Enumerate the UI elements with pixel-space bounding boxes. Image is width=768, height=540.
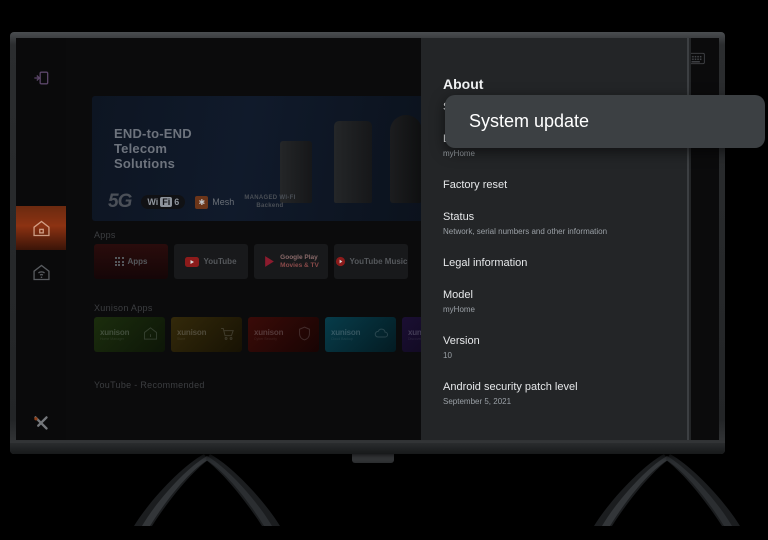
youtube-icon	[185, 256, 200, 267]
badge-mesh-label: Mesh	[212, 197, 235, 207]
badge-wifi-fi: Fi	[160, 197, 173, 207]
settings-item-subtitle: myHome	[443, 149, 476, 158]
settings-item-title: Status	[443, 211, 475, 223]
mesh-icon: ✱	[195, 195, 209, 209]
play-icon	[265, 256, 275, 267]
settings-item-factory-reset[interactable]: Factory reset	[443, 178, 681, 192]
tv-foot-left	[112, 452, 302, 530]
cloud-icon	[374, 328, 388, 338]
xunison-sub-3: Cloud Backup	[331, 337, 353, 341]
badge-wifi6: Wi Fi 6	[141, 195, 186, 209]
settings-item-subtitle: Network, serial numbers and other inform…	[443, 227, 608, 236]
sidebar-item-input-source[interactable]	[16, 56, 66, 100]
youtube-music-icon	[335, 256, 345, 267]
sidebar-item-brand[interactable]	[16, 400, 66, 440]
badge-managed-wifi: MANAGED WI-FI Backend	[244, 194, 295, 210]
settings-item-version[interactable]: Version 10	[443, 334, 681, 362]
settings-item-model[interactable]: Model myHome	[443, 288, 681, 316]
home-icon	[143, 327, 158, 340]
badge-wifi-gen: 6	[174, 197, 180, 207]
tv-chin	[10, 443, 725, 454]
router-device-3	[390, 115, 422, 203]
tv-foot-right	[572, 452, 762, 530]
settings-item-subtitle: September 5, 2021	[443, 397, 512, 406]
settings-item-subtitle: 10	[443, 351, 452, 360]
settings-item-title: Factory reset	[443, 179, 508, 191]
settings-item-subtitle: myHome	[443, 305, 476, 314]
section-label-apps: Apps	[94, 230, 116, 240]
xunison-security-tile[interactable]: xunison Cyber Security	[248, 317, 319, 352]
sidebar-rail	[16, 38, 66, 440]
youtube-tile[interactable]: YouTube	[174, 244, 248, 279]
badge-wifi-text: Wi	[147, 197, 159, 207]
xunison-sub-2: Cyber Security	[254, 337, 277, 341]
settings-item-android-security-patch-level[interactable]: Android security patch level September 5…	[443, 380, 681, 408]
sidebar-item-home-network[interactable]	[16, 250, 66, 294]
xunison-sub-0: Home Manager	[100, 337, 125, 341]
settings-item-title: Android security patch level	[443, 381, 578, 393]
router-device-2	[334, 121, 372, 203]
xunison-logo-1: xunison	[177, 328, 207, 337]
cart-icon	[221, 328, 234, 340]
apps-row: Apps YouTube Google Play Movies & TV You…	[94, 244, 433, 279]
xunison-cloud-tile[interactable]: xunison Cloud Backup	[325, 317, 396, 352]
xunison-sub-1: Store	[177, 337, 186, 341]
input-icon	[34, 71, 49, 85]
apps-tile-label: Apps	[127, 257, 148, 266]
badge-5g: 5G	[108, 191, 132, 212]
banner-line-1: END-to-END	[114, 126, 192, 141]
banner-badges: 5G Wi Fi 6 ✱ Mesh MANAGED WI-FI Backend	[108, 191, 296, 213]
google-play-movies-tile[interactable]: Google Play Movies & TV	[254, 244, 328, 279]
system-update-overlay[interactable]: System update	[445, 95, 765, 148]
home-icon	[32, 220, 50, 236]
badge-managed-line1: MANAGED WI-FI	[244, 195, 296, 201]
shield-icon	[299, 326, 310, 341]
settings-list: System update Device name myHome Factory…	[443, 100, 681, 426]
xunison-logo-2: xunison	[254, 328, 284, 337]
section-label-xunison-apps: Xunison Apps	[94, 303, 153, 313]
xunison-logo-0: xunison	[100, 328, 130, 337]
settings-item-title: Legal information	[443, 257, 528, 269]
settings-item-legal-information[interactable]: Legal information	[443, 256, 681, 270]
xunison-sub-4: Discover	[408, 337, 422, 341]
gp-movies-line1: Google Play	[280, 253, 318, 261]
youtube-music-label: YouTube Music	[349, 257, 408, 266]
xunison-x-icon	[34, 416, 48, 430]
xunison-apps-row: xunison Home Manager xunison Store xunis…	[94, 317, 473, 352]
page-title: About	[443, 76, 484, 92]
banner-line-3: Solutions	[114, 156, 176, 171]
badge-mesh: ✱ Mesh	[195, 195, 235, 209]
badge-managed-line2: Backend	[256, 203, 284, 209]
xunison-cart-tile[interactable]: xunison Store	[171, 317, 242, 352]
grid-icon	[114, 257, 124, 266]
screenshot-root: END-to-END Telecom Solutions 5G Wi Fi 6 …	[0, 0, 768, 540]
settings-item-status[interactable]: Status Network, serial numbers and other…	[443, 210, 681, 238]
home-wifi-icon	[32, 264, 50, 280]
youtube-music-tile[interactable]: YouTube Music	[334, 244, 408, 279]
banner-headline: END-to-END Telecom Solutions	[114, 126, 192, 171]
gp-movies-line2: Movies & TV	[280, 261, 319, 269]
settings-item-title: Model	[443, 289, 473, 301]
promo-banner[interactable]: END-to-END Telecom Solutions 5G Wi Fi 6 …	[92, 96, 472, 221]
youtube-tile-label: YouTube	[203, 257, 237, 266]
xunison-logo-3: xunison	[331, 328, 361, 337]
sidebar-item-home[interactable]	[16, 206, 66, 250]
section-label-youtube-recommended: YouTube - Recommended	[94, 380, 205, 390]
settings-item-title: Version	[443, 335, 480, 347]
system-update-overlay-label: System update	[469, 111, 590, 131]
banner-line-2: Telecom	[114, 141, 168, 156]
apps-tile[interactable]: Apps	[94, 244, 168, 279]
xunison-home-tile[interactable]: xunison Home Manager	[94, 317, 165, 352]
